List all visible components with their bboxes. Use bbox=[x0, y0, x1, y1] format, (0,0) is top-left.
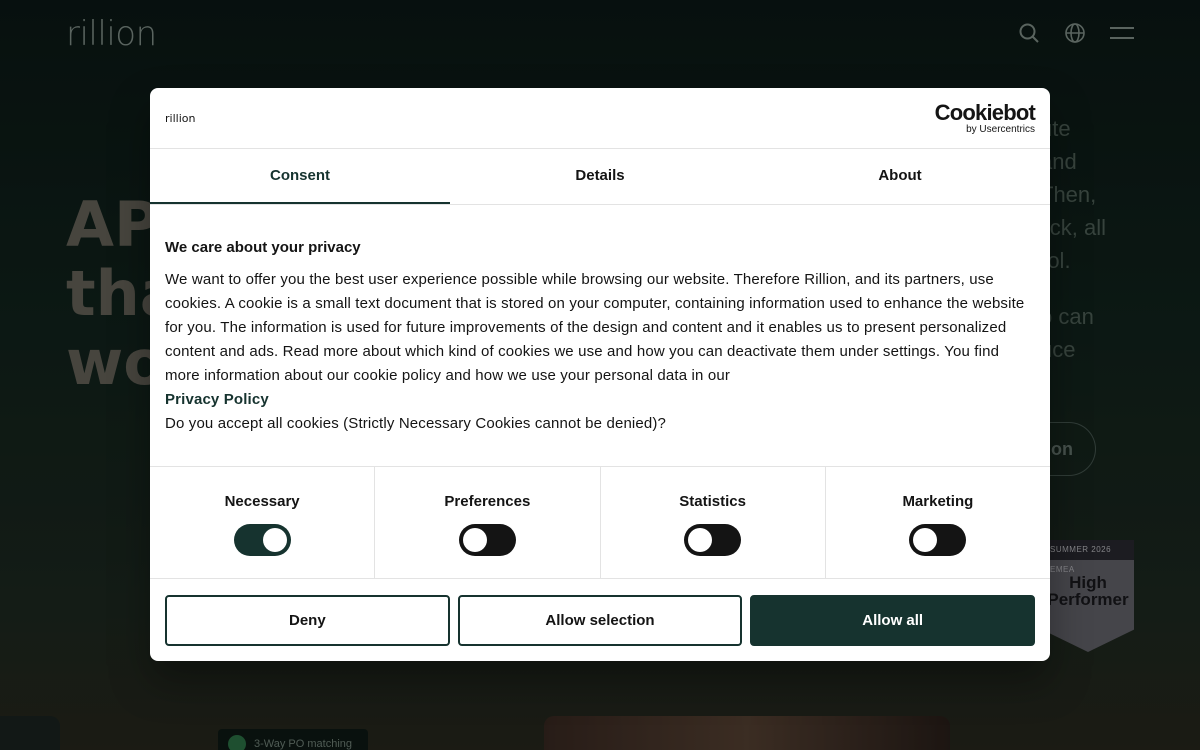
category-label: Statistics bbox=[679, 493, 746, 510]
category-label: Necessary bbox=[224, 493, 300, 510]
dialog-header: rillion Cookiebot by Usercentrics bbox=[150, 88, 1050, 149]
category-marketing: Marketing bbox=[826, 467, 1050, 578]
dialog-tabs: Consent Details About bbox=[150, 149, 1050, 205]
cookie-categories: Necessary Preferences Statistics Marketi… bbox=[150, 466, 1050, 579]
cookie-consent-dialog: rillion Cookiebot by Usercentrics Consen… bbox=[150, 88, 1050, 661]
allow-all-button[interactable]: Allow all bbox=[750, 595, 1036, 646]
dialog-text: We want to offer you the best user exper… bbox=[165, 268, 1035, 436]
category-label: Marketing bbox=[902, 493, 974, 510]
privacy-policy-link[interactable]: Privacy Policy bbox=[165, 391, 269, 408]
category-label: Preferences bbox=[444, 493, 531, 510]
cookiebot-logo[interactable]: Cookiebot by Usercentrics bbox=[934, 100, 1036, 136]
dialog-body: We care about your privacy We want to of… bbox=[150, 205, 1050, 466]
preferences-toggle[interactable] bbox=[458, 524, 516, 556]
dialog-heading: We care about your privacy bbox=[165, 239, 361, 256]
consent-description: We want to offer you the best user exper… bbox=[165, 271, 1025, 384]
tab-about[interactable]: About bbox=[750, 149, 1050, 204]
marketing-toggle[interactable] bbox=[909, 524, 967, 556]
deny-button[interactable]: Deny bbox=[165, 595, 450, 646]
category-preferences: Preferences bbox=[375, 467, 601, 578]
toggle-knob bbox=[262, 528, 287, 552]
cookiebot-sub: by Usercentrics bbox=[966, 124, 1035, 135]
category-necessary: Necessary bbox=[150, 467, 376, 578]
allow-selection-button[interactable]: Allow selection bbox=[457, 595, 743, 646]
toggle-knob bbox=[688, 528, 713, 552]
consent-question: Do you accept all cookies (Strictly Nece… bbox=[165, 415, 667, 432]
necessary-toggle[interactable] bbox=[233, 524, 291, 556]
dialog-actions: Deny Allow selection Allow all bbox=[150, 579, 1050, 661]
statistics-toggle[interactable] bbox=[684, 524, 742, 556]
category-statistics: Statistics bbox=[601, 467, 826, 578]
tab-consent[interactable]: Consent bbox=[150, 149, 450, 204]
tab-details[interactable]: Details bbox=[450, 149, 750, 204]
toggle-knob bbox=[462, 528, 487, 552]
dialog-logo: rillion bbox=[165, 112, 196, 125]
cookiebot-name: Cookiebot bbox=[934, 100, 1036, 125]
toggle-knob bbox=[913, 528, 938, 552]
